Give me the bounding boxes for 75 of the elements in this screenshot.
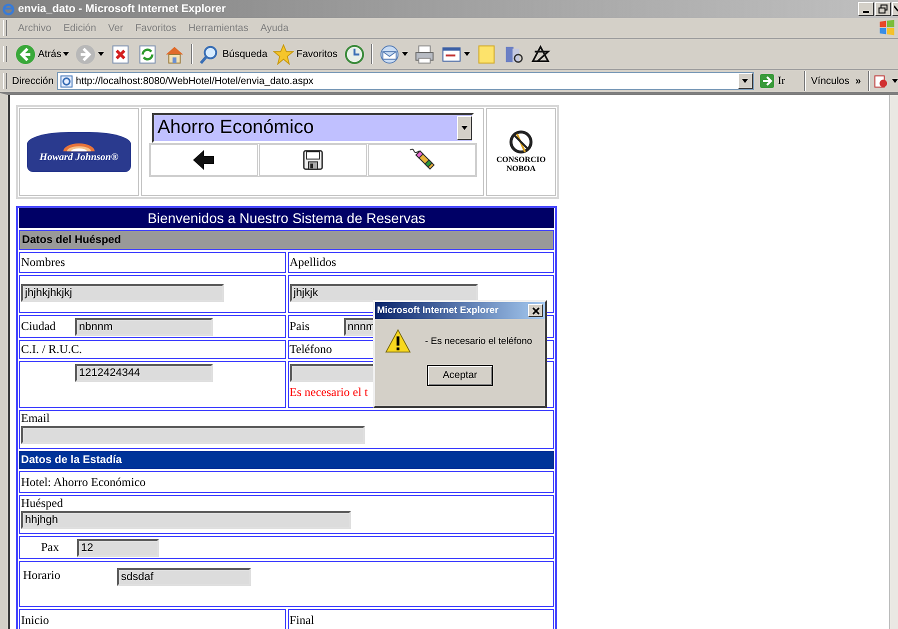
warning-icon	[385, 329, 411, 353]
toolbar-extension-icon[interactable]	[872, 74, 888, 88]
field-label: Final	[288, 609, 554, 629]
favorites-button[interactable]: Favoritos	[270, 44, 341, 64]
right-arrow-icon	[760, 74, 774, 88]
field-label: Inicio	[19, 609, 286, 629]
star-icon	[273, 44, 294, 64]
caret-icon[interactable]	[464, 52, 470, 56]
scroll-bar[interactable]	[889, 95, 898, 629]
caret-icon[interactable]	[402, 52, 408, 56]
section-heading: Datos del Huésped	[19, 230, 554, 250]
field-label: Pais	[290, 319, 311, 334]
field-label: Apellidos	[288, 252, 554, 273]
stop-icon	[110, 44, 132, 64]
back-button[interactable]: Atrás	[12, 44, 72, 64]
caret-icon[interactable]	[892, 79, 898, 83]
accept-button[interactable]: Aceptar	[427, 365, 493, 386]
minimize-icon	[863, 10, 869, 12]
restore-button[interactable]	[875, 2, 891, 16]
caret-icon	[742, 79, 748, 83]
section-heading: Datos de la Estadía	[19, 451, 554, 469]
input-field[interactable]: sdsdaf	[117, 568, 251, 586]
page-icon	[60, 74, 73, 88]
note-icon	[476, 44, 497, 64]
dialog-title: Microsoft Internet Explorer	[377, 305, 498, 316]
caret-icon	[460, 126, 468, 130]
emblem-icon	[509, 130, 533, 156]
field-label: Horario	[23, 568, 62, 583]
input-field[interactable]: nbnnm	[75, 318, 213, 336]
browser-icon	[2, 2, 15, 16]
printer-icon	[414, 44, 435, 64]
clear-button[interactable]	[368, 144, 476, 176]
restore-icon	[878, 4, 888, 14]
go-button[interactable]: Ir	[760, 74, 786, 88]
dropdown-button[interactable]	[738, 73, 753, 89]
hotel-select[interactable]: Ahorro Económico	[152, 113, 474, 143]
sunrise-icon	[61, 142, 97, 152]
input-field[interactable]: jhjhkjhkjkj	[21, 284, 224, 302]
left-arrow-icon	[190, 148, 216, 172]
links-button[interactable]: Vínculos	[811, 76, 850, 86]
more-links-button[interactable]: »	[855, 76, 861, 86]
envelope-icon	[378, 44, 400, 64]
triangle-icon	[530, 44, 551, 64]
input-field[interactable]: jhjkjk	[290, 284, 478, 302]
close-button[interactable]	[528, 304, 543, 317]
field-label: Email	[21, 411, 50, 426]
hotel-name: Hotel: Ahorro Económico	[19, 471, 554, 493]
refresh-icon	[137, 44, 158, 64]
close-icon	[532, 306, 540, 314]
input-field[interactable]: 1212424344	[75, 364, 213, 382]
field-label: C.I. / R.U.C.	[19, 340, 286, 359]
input-field[interactable]: 12	[77, 538, 159, 556]
address-field[interactable]: http://localhost:8080/WebHotel/Hotel/envia_dato.aspx	[56, 72, 754, 90]
close-button[interactable]	[892, 2, 898, 16]
input-field[interactable]: hhjhgh	[21, 511, 351, 529]
caret-icon[interactable]	[63, 52, 70, 56]
field-label: Ciudad	[21, 319, 57, 334]
minimize-button[interactable]	[858, 2, 874, 16]
windows-flag-icon	[878, 19, 896, 37]
error-message: Es necesario el t	[290, 385, 368, 400]
close-icon	[894, 4, 898, 14]
save-button[interactable]	[258, 144, 366, 176]
input-field[interactable]	[21, 426, 365, 444]
field-label: Nombres	[19, 252, 286, 273]
field-label: Pax	[41, 540, 60, 555]
window-title: envia_dato - Microsoft Internet Explorer	[18, 3, 226, 15]
logo-text: Howard Johnson®	[40, 152, 118, 162]
address-label: Dirección	[12, 76, 54, 86]
field-label: Huésped	[21, 496, 63, 511]
back-button[interactable]	[150, 144, 258, 176]
caret-icon[interactable]	[98, 52, 104, 56]
form-title: Bienvenidos a Nuestro Sistema de Reservas	[19, 208, 554, 228]
sponsor-name: CONSORCIO NOBOA	[495, 156, 547, 174]
search-button[interactable]: Búsqueda	[196, 44, 270, 64]
clock-icon	[344, 44, 365, 64]
